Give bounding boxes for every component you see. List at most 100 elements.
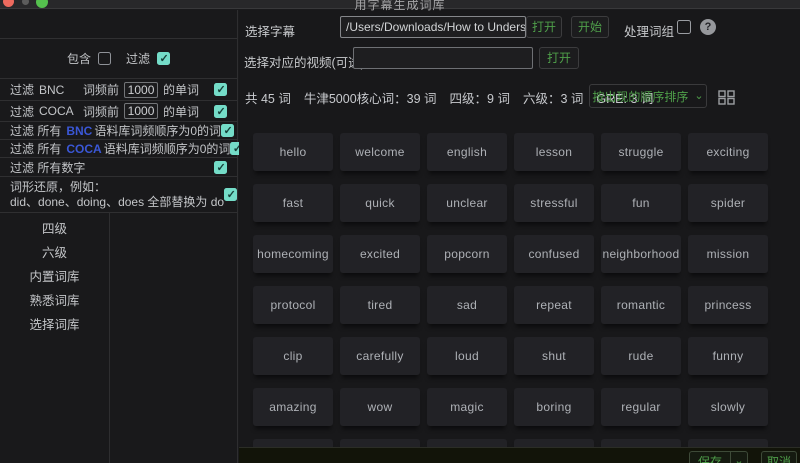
footer-bar: 保存 ⌄ 取消 (239, 447, 800, 463)
sidebar-item-dict-4[interactable]: 选择词库 (29, 316, 79, 340)
word-grid: hello welcome english lesson struggle excitin… (253, 133, 783, 463)
filter-text: 词频前 (83, 104, 120, 119)
filter-checkbox[interactable] (157, 52, 171, 65)
word-card[interactable]: quick (340, 184, 420, 222)
word-card[interactable]: shut (514, 337, 594, 375)
mode-row: 包含 过滤 (0, 38, 237, 78)
word-card[interactable]: sad (427, 286, 507, 324)
start-button[interactable]: 开始 (571, 16, 609, 38)
sidebar-item-dict-2[interactable]: 内置词库 (29, 268, 79, 292)
filter-text: 过滤 所有 (10, 142, 62, 156)
filter-text: 过滤 (10, 83, 35, 97)
save-button-label: 保存 (697, 455, 722, 463)
word-card[interactable]: mission (688, 235, 768, 273)
stats-segment: 共 45 词 (245, 91, 291, 106)
video-label: 选择对应的视频(可选) (244, 56, 365, 70)
filter-sidebar: 包含 过滤 过滤 BNC 词频前 1000 的单词 过滤 COCA 词频前 10… (0, 10, 244, 463)
corpus-name: COCA (39, 104, 74, 118)
lemma-checkbox[interactable] (224, 188, 238, 201)
include-checkbox[interactable] (98, 52, 111, 65)
include-label: 包含 (66, 52, 91, 66)
cancel-button[interactable]: 取消 (761, 451, 797, 463)
filter-row-coca-zero: 过滤 所有 COCA 语料库词频顺序为0的词 (0, 139, 244, 157)
help-icon[interactable]: ? (700, 19, 716, 35)
open-subtitle-button[interactable]: 打开 (526, 16, 562, 38)
word-card[interactable]: rude (601, 337, 681, 375)
word-card[interactable]: slowly (688, 388, 768, 426)
word-card[interactable]: wow (340, 388, 420, 426)
word-card[interactable]: magic (427, 388, 507, 426)
stats-segment: 牛津5000核心词：39 词 (303, 91, 437, 106)
sidebar-item-dict-1[interactable]: 六级 (42, 244, 67, 268)
open-video-button[interactable]: 打开 (539, 47, 579, 69)
corpus-name-bnc: BNC (66, 123, 93, 138)
save-button[interactable]: 保存 ⌄ (688, 451, 748, 463)
word-card[interactable]: struggle (601, 133, 681, 171)
coca-freq-checkbox[interactable] (214, 104, 227, 118)
sort-order-button[interactable]: 按出现的顺序排序 ⌄ (589, 84, 707, 108)
filter-text: 语料库词频顺序为0的词 (103, 142, 231, 156)
word-card[interactable]: stressful (514, 184, 594, 222)
word-card[interactable]: welcome (340, 133, 420, 171)
filter-row-numbers: 过滤 所有数字 (0, 157, 237, 176)
word-card[interactable]: princess (688, 286, 768, 324)
word-card[interactable]: confused (514, 235, 594, 273)
word-card[interactable]: regular (601, 388, 681, 426)
word-card[interactable]: popcorn (427, 235, 507, 273)
filter-text: did、done、doing、does 全部替换为 do (10, 194, 225, 209)
corpus-name: BNC (39, 82, 65, 97)
word-card[interactable]: homecoming (253, 235, 333, 273)
app-window: 用字幕生成词库 包含 过滤 过滤 BNC 词频前 1000 的单词 过滤 COC… (0, 0, 800, 463)
word-card[interactable]: clip (253, 337, 333, 375)
word-card[interactable]: lesson (514, 133, 594, 171)
word-card[interactable]: repeat (514, 286, 594, 324)
filter-text: 过滤 (10, 104, 35, 119)
bnc-freq-checkbox[interactable] (214, 83, 227, 96)
title-bar: 用字幕生成词库 (0, 0, 800, 12)
stats-segment: 六级：3 词 (522, 91, 584, 106)
window-title: 用字幕生成词库 (354, 0, 446, 12)
word-card[interactable]: romantic (601, 286, 681, 324)
sidebar-item-dict-3[interactable]: 熟悉词库 (29, 292, 79, 316)
sort-order-label: 按出现的顺序排序 (592, 89, 689, 104)
corpus-name-coca: COCA (66, 141, 102, 156)
stats-segment: 四级：9 词 (449, 91, 510, 106)
word-card[interactable]: tired (340, 286, 420, 324)
word-card[interactable]: fast (253, 184, 333, 222)
word-card[interactable]: excited (340, 235, 420, 273)
coca-threshold-input[interactable]: 1000 (124, 103, 159, 119)
sidebar-item-dict-0[interactable]: 四级 (42, 220, 67, 244)
filter-text: 过滤 所有 (10, 124, 62, 138)
word-card[interactable]: exciting (688, 133, 768, 171)
phrase-checkbox[interactable] (677, 20, 691, 34)
subtitle-label: 选择字幕 (245, 25, 296, 39)
word-card[interactable]: protocol (253, 286, 333, 324)
chevron-down-icon: ⌄ (694, 90, 704, 102)
grid-view-icon[interactable] (718, 90, 735, 105)
word-card[interactable]: amazing (253, 388, 333, 426)
word-card[interactable]: neighborhood (601, 235, 681, 273)
filter-text: 语料库词频顺序为0的词 (94, 124, 222, 138)
filter-text: 词形还原，例如： (10, 179, 107, 194)
dict-list: 四级 六级 内置词库 熟悉词库 选择词库 (0, 212, 110, 463)
filter-row-bnc-zero: 过滤 所有 BNC 语料库词频顺序为0的词 (0, 121, 237, 139)
word-card[interactable]: unclear (427, 184, 507, 222)
filter-label: 过滤 (126, 52, 151, 66)
word-card[interactable]: spider (688, 184, 768, 222)
word-card[interactable]: fun (601, 184, 681, 222)
filter-text: 的单词 (163, 104, 200, 119)
save-options-chevron-icon[interactable]: ⌄ (730, 452, 747, 463)
word-card[interactable]: funny (688, 337, 768, 375)
bnc-zero-checkbox[interactable] (221, 124, 235, 137)
word-card[interactable]: carefully (340, 337, 420, 375)
word-card[interactable]: english (427, 133, 507, 171)
word-card[interactable]: boring (514, 388, 594, 426)
word-card[interactable]: hello (253, 133, 333, 171)
numbers-checkbox[interactable] (214, 160, 227, 174)
main-panel: 选择字幕 /Users/Downloads/How to Understan 打… (239, 10, 800, 463)
bnc-threshold-input[interactable]: 1000 (124, 81, 159, 98)
filter-list: 过滤 BNC 词频前 1000 的单词 过滤 COCA 词频前 1000 的单词… (0, 78, 244, 213)
subtitle-path-input[interactable]: /Users/Downloads/How to Understan (340, 16, 526, 38)
video-path-input[interactable] (353, 47, 533, 69)
word-card[interactable]: loud (427, 337, 507, 375)
